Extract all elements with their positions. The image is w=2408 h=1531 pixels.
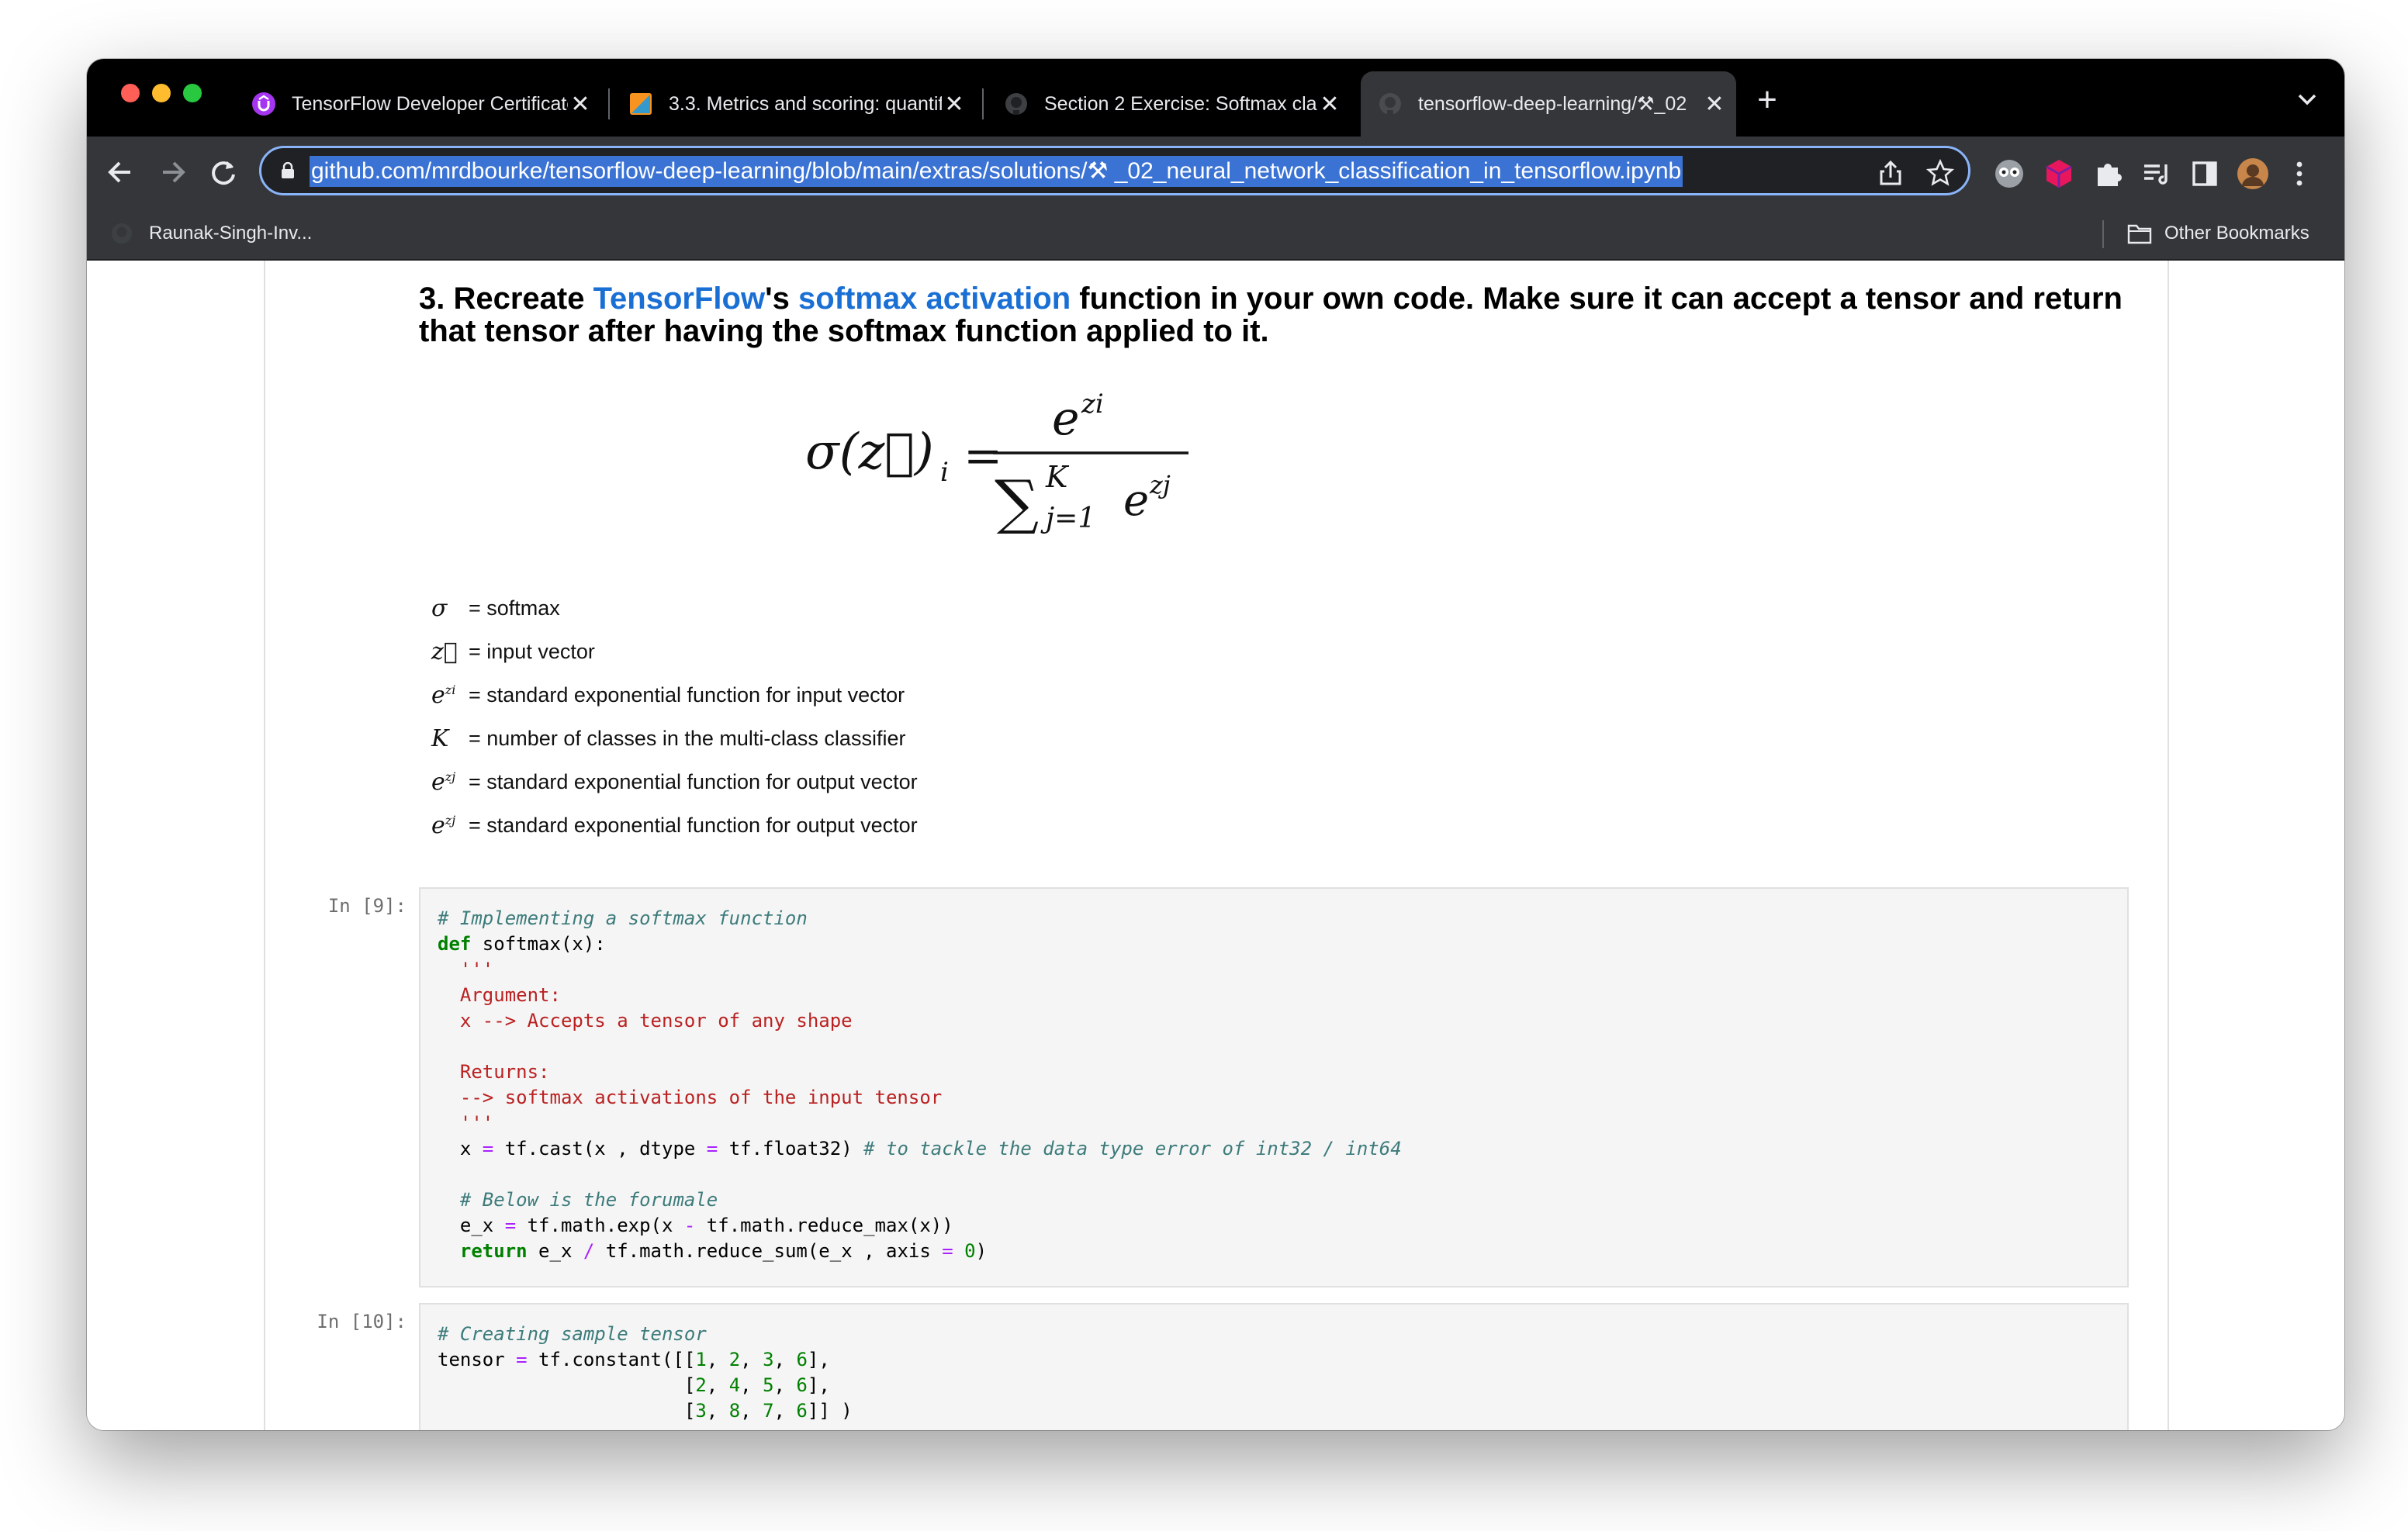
tab-title: tensorflow-deep-learning/⚒_02 [1418,93,1687,115]
heading-text: 's [765,282,798,316]
legend-item: ezj = standard exponential function for … [431,763,918,800]
reload-icon [212,161,235,185]
arrow-left-icon [108,161,130,183]
legend-text: = input vector [469,639,595,663]
notebook-border-right [2168,261,2169,1430]
softmax-activation-link[interactable]: softmax activation [798,282,1071,316]
formula-sum-lower: j=1 [1040,503,1095,534]
back-button[interactable] [99,150,143,194]
tab-section2-exercise[interactable]: Section 2 Exercise: Softmax classifier ✕ [987,71,1351,137]
puzzle-icon[interactable] [2091,157,2126,191]
bookmark-label: Other Bookmarks [2164,223,2309,244]
formula-numerator-exp: zi [1081,389,1104,420]
tab-tensorflow-deep-learning[interactable]: tensorflow-deep-learning/⚒_02 ✕ [1361,71,1736,137]
tab-title: 3.3. Metrics and scoring: quantifying [669,92,942,115]
bookmark-raunak[interactable]: Raunak-Singh-Inv... [110,219,312,248]
softmax-formula: σ(z⃗) i = e zi ∑ K j=1 e zj [805,389,1188,534]
kebab-menu-icon[interactable] [2282,157,2316,191]
close-tab-icon[interactable]: ✕ [1702,91,1727,118]
tab-title: Section 2 Exercise: Softmax classifier [1044,92,1317,115]
zoom-window-button[interactable] [183,84,202,102]
legend-item: ezi = standard exponential function for … [431,676,905,714]
forward-button[interactable] [150,150,194,194]
legend-symbol: ezj [431,811,456,839]
github-icon [111,223,133,244]
bookmarks-bar: Raunak-Singh-Inv... Other Bookmarks [87,209,2344,261]
arrow-right-icon [163,161,185,183]
folder-icon [2127,224,2152,244]
lock-icon[interactable] [280,162,296,179]
legend-text: = standard exponential function for inpu… [469,683,905,707]
legend-symbol: K [431,724,449,752]
legend-text: = softmax [469,596,560,620]
close-window-button[interactable] [121,84,140,102]
github-icon [1379,93,1401,115]
reading-list-icon[interactable] [2140,157,2174,191]
scikit-learn-icon [630,93,652,115]
cell-prompt: In [9]: [327,895,407,917]
bookmark-separator [2102,220,2104,248]
share-icon[interactable] [1875,157,1906,188]
tab-strip: TensorFlow Developer Certificate ✕ 3.3. … [87,59,2344,137]
code-cell-softmax[interactable]: # Implementing a softmax function def so… [419,887,2129,1287]
code-cell-tensor[interactable]: # Creating sample tensor tensor = tf.con… [419,1303,2129,1430]
minimize-window-button[interactable] [152,84,171,102]
url-text[interactable]: github.com/mrdbourke/tensorflow-deep-lea… [310,156,1683,187]
code-text: # Implementing a softmax function def so… [438,907,1402,1262]
code-text: # Creating sample tensor tensor = tf.con… [438,1323,853,1422]
new-tab-button[interactable]: + [1744,78,1790,124]
udemy-icon [252,92,275,116]
owl-extension-icon[interactable] [1992,157,2026,191]
legend-item: σ = softmax [431,589,560,627]
notebook-border-left [264,261,265,1430]
chevron-down-icon[interactable] [2289,81,2326,118]
formula-lhs-subscript: i [940,457,949,488]
legend-text: = standard exponential function for outp… [469,813,918,837]
tab-separator [982,88,984,119]
formula-denominator: e [1123,475,1149,526]
legend-symbol: σ [431,594,448,622]
tab-metrics-scoring[interactable]: 3.3. Metrics and scoring: quantifying ✕ [611,71,976,137]
side-panel-icon[interactable] [2188,157,2222,191]
close-tab-icon[interactable]: ✕ [1317,91,1342,118]
legend-symbol: ezj [431,768,456,796]
browser-window: TensorFlow Developer Certificate ✕ 3.3. … [87,59,2344,1430]
formula-sum-upper: K [1045,460,1070,494]
legend-item: K = number of classes in the multi-class… [431,720,905,757]
legend-symbol: ezi [431,681,456,709]
close-tab-icon[interactable]: ✕ [568,91,593,118]
notebook-page: 3. Recreate TensorFlow's softmax activat… [87,261,2344,1430]
heading-text: 3. Recreate [419,282,593,316]
bookmark-label: Raunak-Singh-Inv... [149,223,313,244]
cube-extension-icon[interactable] [2042,157,2076,191]
close-tab-icon[interactable]: ✕ [942,91,967,118]
legend-item: ezj = standard exponential function for … [431,807,918,844]
cell-prompt: In [10]: [317,1311,407,1332]
other-bookmarks[interactable]: Other Bookmarks [2127,219,2309,248]
tensorflow-link[interactable]: TensorFlow [593,282,765,316]
legend-item: z⃗ = input vector [431,633,595,670]
exercise-heading: 3. Recreate TensorFlow's softmax activat… [419,282,2157,347]
bookmark-star-icon[interactable] [1925,157,1956,188]
formula-lhs: σ(z⃗) [805,423,934,481]
tab-title: TensorFlow Developer Certificate [292,92,568,115]
legend-text: = number of classes in the multi-class c… [469,726,906,750]
legend-text: = standard exponential function for outp… [469,769,918,793]
address-bar[interactable]: github.com/mrdbourke/tensorflow-deep-lea… [259,146,1970,195]
legend-symbol: z⃗ [431,638,458,665]
tab-separator [608,88,610,119]
formula-numerator: e [1052,392,1080,446]
avatar[interactable] [2236,157,2270,191]
reload-button[interactable] [202,150,245,194]
tab-tensorflow-certificate[interactable]: TensorFlow Developer Certificate ✕ [234,71,602,137]
github-icon [1005,93,1027,115]
formula-denominator-exp: zj [1149,470,1171,499]
browser-toolbar: github.com/mrdbourke/tensorflow-deep-lea… [87,137,2344,209]
formula-sum: ∑ [995,467,1039,534]
